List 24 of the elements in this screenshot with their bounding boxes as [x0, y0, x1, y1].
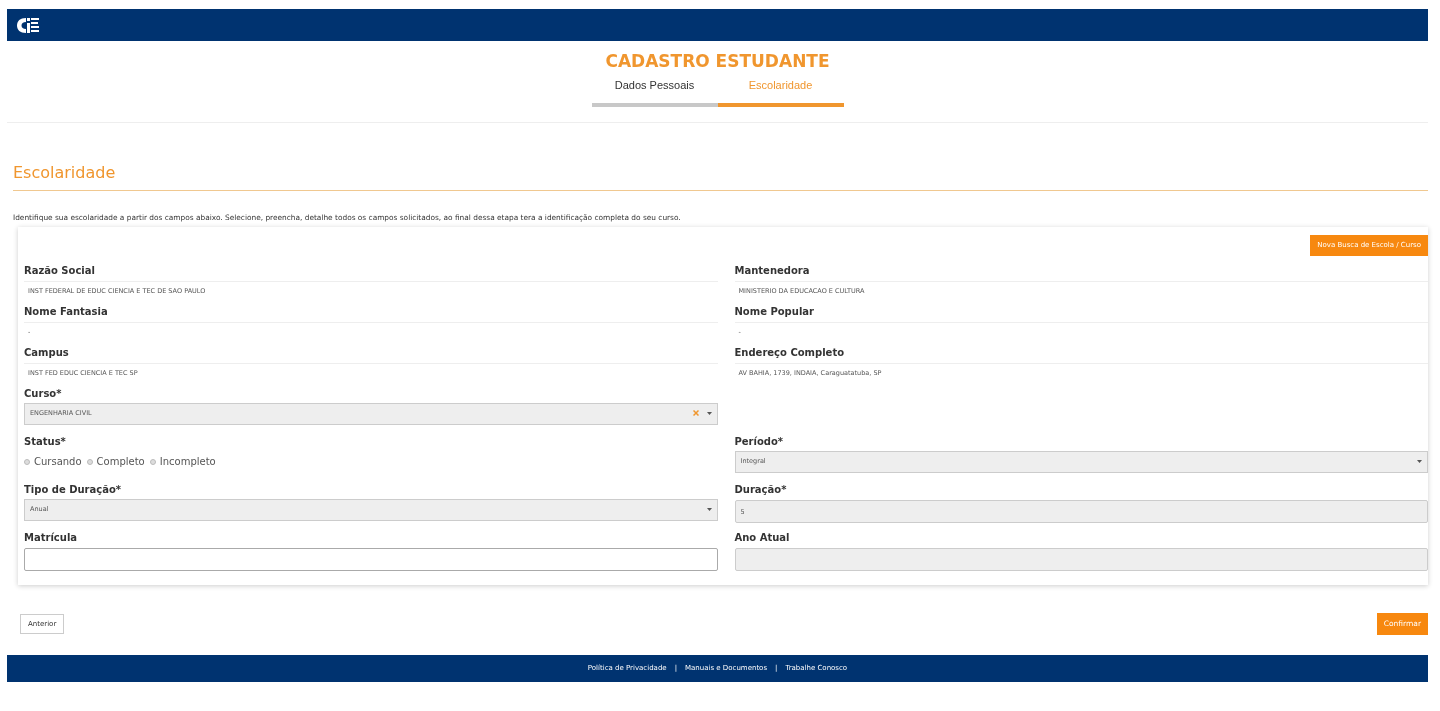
caret-icon [706, 508, 712, 512]
logo-icon [17, 16, 39, 34]
field-label: Tipo de Duração* [24, 482, 123, 497]
field-label: Nome Popular [734, 304, 815, 319]
field-label: Campus [24, 345, 70, 360]
input-field[interactable] [24, 548, 718, 572]
page-title: CADASTRO ESTUDANTE [604, 50, 831, 72]
field-label: Razão Social [24, 263, 96, 278]
radio-option[interactable]: Incompleto [149, 454, 216, 470]
field-label: Matrícula [24, 530, 79, 545]
field-label: Duração* [734, 482, 788, 497]
field-label: Nome Fantasia [24, 304, 109, 319]
caret-icon [706, 412, 712, 416]
step-tab[interactable]: Dados Pessoais [591, 76, 718, 107]
radio-option[interactable]: Completo [86, 454, 145, 470]
field-label: Curso* [24, 386, 63, 401]
caret-icon [1417, 460, 1422, 464]
radio-option[interactable]: Cursando [24, 454, 82, 470]
field-label: Mantenedora [734, 263, 811, 278]
section-title: Escolaridade [13, 163, 1428, 192]
field-label: Ano Atual [734, 530, 791, 545]
field-label: Período* [734, 434, 785, 449]
field-label: Status* [24, 434, 67, 449]
field-label: Endereço Completo [734, 345, 846, 360]
